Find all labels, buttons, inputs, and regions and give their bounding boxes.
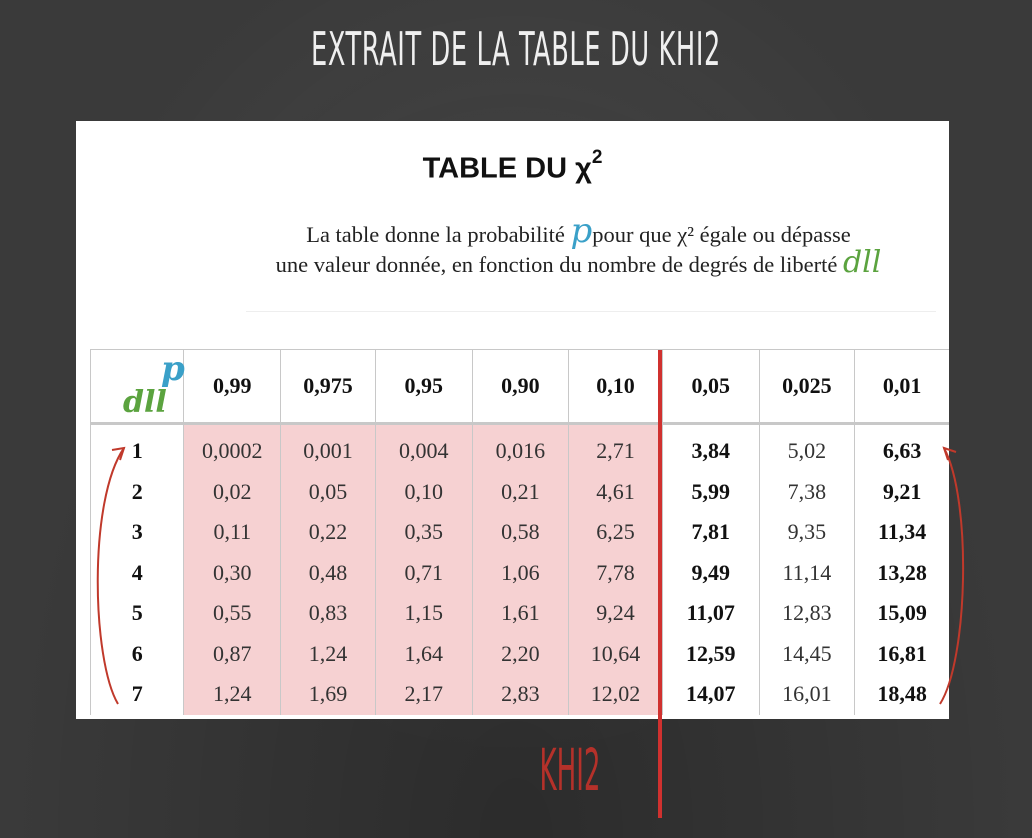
khi2-label: KHI2 bbox=[539, 736, 601, 804]
annotation-arrows bbox=[96, 446, 965, 705]
left-curved-arrow bbox=[96, 447, 125, 705]
separator-red-line bbox=[658, 350, 662, 818]
right-curved-arrow bbox=[939, 447, 965, 705]
